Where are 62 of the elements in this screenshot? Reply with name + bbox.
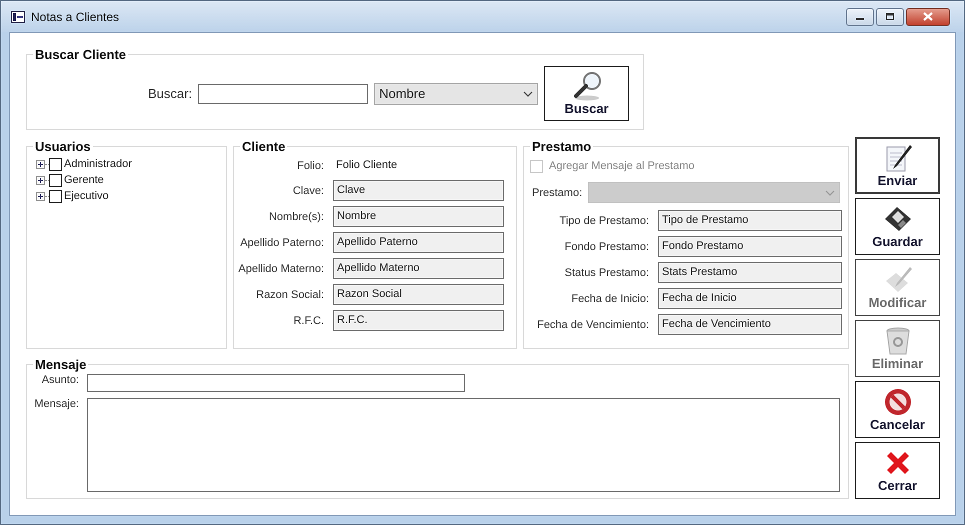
field-label: Fecha de Vencimiento: — [536, 318, 649, 330]
field-label: Fecha de Inicio: — [570, 292, 649, 304]
expand-icon[interactable] — [36, 192, 45, 200]
field-label: Clave: — [292, 184, 324, 196]
field-label: Mensaje: — [33, 398, 79, 412]
chevron-icon — [825, 190, 835, 196]
readonly-field[interactable]: Nombre — [333, 206, 504, 227]
tree-item[interactable]: Gerente — [64, 174, 104, 186]
field-label: Apellido Paterno: — [239, 236, 324, 248]
checkbox[interactable] — [49, 190, 62, 202]
field-label: R.F.C. — [292, 314, 324, 326]
group-title: Mensaje — [34, 357, 88, 372]
close-button[interactable] — [906, 8, 950, 26]
close-button[interactable]: Cerrar — [855, 442, 940, 499]
field-label: Status Prestamo: — [564, 266, 649, 278]
readonly-field[interactable]: Clave — [333, 180, 504, 201]
readonly-field[interactable]: Apellido Materno — [333, 258, 504, 279]
no-entry-icon — [882, 387, 912, 417]
field-label: Prestamo: — [532, 186, 584, 198]
save-button[interactable]: Guardar — [855, 198, 940, 255]
subject-field[interactable] — [87, 374, 465, 392]
tree-item[interactable]: Administrador — [64, 158, 132, 170]
chevron-icon — [523, 90, 534, 96]
field-label: Folio: — [296, 160, 324, 172]
app-icon — [11, 10, 25, 24]
readonly-field[interactable]: Stats Prestamo — [658, 262, 842, 283]
field-label: Buscar: — [148, 86, 192, 101]
field-label: Apellido Materno: — [237, 262, 324, 274]
field-label: Razon Social: — [255, 288, 324, 300]
minimize-button[interactable] — [846, 8, 874, 26]
cancel-button[interactable]: Cancelar — [855, 381, 940, 438]
checkbox-label: Agregar Mensaje al Prestamo — [549, 160, 695, 172]
field-label: Asunto: — [40, 374, 79, 388]
checkbox[interactable] — [49, 158, 62, 170]
field-label: Nombre(s): — [268, 210, 324, 222]
message-field[interactable] — [87, 398, 840, 492]
readonly-field[interactable]: R.F.C. — [333, 310, 504, 331]
readonly-field[interactable]: Fecha de Inicio — [658, 288, 842, 309]
group-title: Cliente — [241, 139, 286, 154]
readonly-field[interactable]: Razon Social — [333, 284, 504, 305]
window-title: Notas a Clientes — [31, 10, 120, 24]
search-field[interactable] — [198, 84, 368, 104]
filter-dropdown[interactable]: Nombre — [374, 82, 538, 104]
search-button[interactable]: Buscar — [544, 66, 630, 121]
readonly-field[interactable]: Tipo de Prestamo — [658, 210, 842, 231]
close-icon — [923, 12, 933, 21]
tree-item[interactable]: Ejecutivo — [64, 190, 109, 202]
group-title: Buscar Cliente — [34, 47, 128, 62]
expand-icon[interactable] — [36, 160, 45, 168]
checkbox[interactable] — [49, 174, 62, 186]
group-title: Prestamo — [531, 139, 592, 154]
group-title: Usuarios — [34, 139, 92, 154]
field-label: Fondo Prestamo: — [564, 240, 649, 252]
maximize-button[interactable] — [876, 8, 904, 26]
send-button[interactable]: Enviar — [855, 137, 940, 194]
readonly-field[interactable]: Apellido Paterno — [333, 232, 504, 253]
maximize-icon — [885, 12, 895, 20]
expand-icon[interactable] — [36, 176, 45, 184]
field-value: Folio Cliente — [335, 158, 398, 173]
field-label: Tipo de Prestamo: — [558, 214, 649, 226]
readonly-field[interactable]: Fecha de Vencimiento — [658, 314, 842, 335]
readonly-field[interactable]: Fondo Prestamo — [658, 236, 842, 257]
